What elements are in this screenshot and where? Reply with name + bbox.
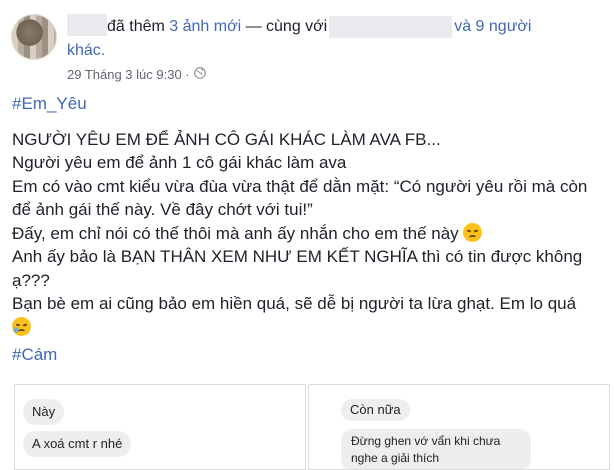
post-meta: 29 Tháng 3 lúc 9:30 ·: [67, 67, 206, 82]
post-line-with-emoji: Đấy, em chỉ nói có thế thôi mà anh ấy nh…: [12, 222, 610, 246]
post-body: #Em_Yêu NGƯỜI YÊU EM ĐỂ ẢNH CÔ GÁI KHÁC …: [12, 92, 610, 367]
timestamp-link[interactable]: 29 Tháng 3 lúc 9:30 ·: [67, 67, 190, 82]
photo-grid: Này A xoá cmt r nhé Còn nữa Đừng ghen vớ…: [12, 384, 610, 470]
others-link-continued[interactable]: khác.: [67, 42, 105, 59]
hashtag-cam[interactable]: #Cám: [12, 343, 610, 367]
photos-link[interactable]: 3 ảnh mới: [169, 18, 241, 35]
blurred-tagged-name[interactable]: [329, 15, 453, 38]
post-line: Anh ấy bảo là BẠN THÂN XEM NHƯ EM KẾT NG…: [12, 247, 583, 266]
post-line: Em có vào cmt kiểu vừa đùa vừa thật để d…: [12, 176, 588, 196]
sad-face-emoji: [462, 222, 482, 242]
blurred-author-name[interactable]: [67, 14, 107, 37]
crying-emoji-line: [12, 316, 610, 340]
hashtag-em-yeu[interactable]: #Em_Yêu: [12, 92, 610, 116]
post-line: Bạn bè em ai cũng bảo em hiền quá, sẽ dễ…: [12, 294, 577, 313]
post-line: NGƯỜI YÊU EM ĐỂ ẢNH CÔ GÁI KHÁC LÀM AVA …: [12, 129, 441, 149]
profile-avatar[interactable]: [11, 14, 57, 60]
post-line: ạ???: [12, 270, 50, 290]
chat-bubble: Còn nữa: [341, 399, 410, 421]
chat-bubble: Đừng ghen vớ vẩn khi chưa nghe a giải th…: [341, 429, 531, 469]
globe-icon: [193, 67, 206, 82]
chat-bubble: Này: [23, 399, 65, 425]
chat-screenshot-right[interactable]: Còn nữa Đừng ghen vớ vẩn khi chưa nghe a…: [308, 384, 610, 470]
post-line: để ảnh gái thế này. Về đây chớt với tui!…: [12, 200, 313, 219]
crying-face-emoji: [12, 316, 31, 336]
others-link[interactable]: và 9 người: [454, 18, 531, 35]
chat-screenshot-left[interactable]: Này A xoá cmt r nhé: [14, 384, 306, 470]
chat-bubble: A xoá cmt r nhé: [23, 431, 132, 457]
post-line: Đấy, em chỉ nói có thế thôi mà anh ấy nh…: [12, 223, 459, 243]
post-line: Người yêu em để ảnh 1 cô gái khác làm av…: [12, 153, 347, 172]
action-text: đã thêm 3 ảnh mới — cùng với: [107, 18, 328, 35]
post-header: đã thêm 3 ảnh mới — cùng với và 9 người k…: [67, 14, 612, 63]
